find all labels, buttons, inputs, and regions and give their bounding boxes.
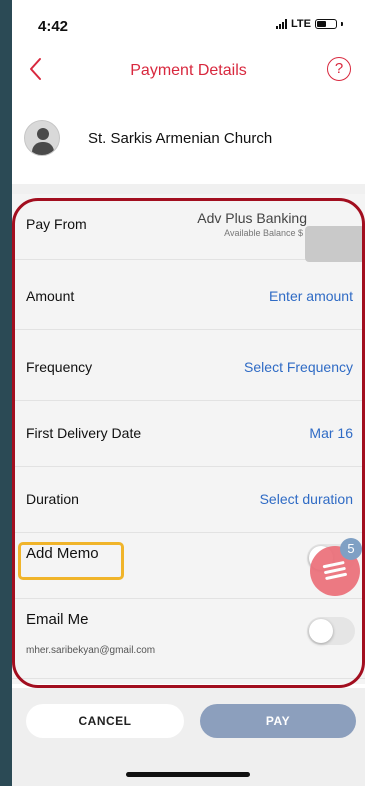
email-label: Email Me xyxy=(26,611,89,628)
first-delivery-date[interactable]: Mar 16 xyxy=(309,425,353,441)
frequency-label: Frequency xyxy=(26,359,93,375)
home-indicator[interactable] xyxy=(126,772,250,777)
avatar xyxy=(24,120,60,156)
duration-row[interactable]: Duration Select duration xyxy=(12,467,365,533)
battery-tip xyxy=(341,22,343,26)
battery-icon xyxy=(315,19,337,29)
footer-actions: CANCEL PAY xyxy=(12,688,365,786)
status-indicators: LTE xyxy=(276,18,343,30)
first-delivery-label: First Delivery Date xyxy=(26,425,142,441)
person-icon xyxy=(37,128,49,140)
frequency-row[interactable]: Frequency Select Frequency xyxy=(12,335,365,401)
pay-from-row[interactable]: Pay From Adv Plus Banking Available Bala… xyxy=(12,194,365,262)
nav-bar: Payment Details ? xyxy=(12,52,365,88)
section-divider xyxy=(12,184,365,194)
amount-input[interactable]: Enter amount xyxy=(269,288,353,304)
first-delivery-row[interactable]: First Delivery Date Mar 16 xyxy=(12,401,365,467)
pay-from-account[interactable]: Adv Plus Banking Available Balance $ xyxy=(197,210,365,262)
frequency-select[interactable]: Select Frequency xyxy=(244,359,353,375)
menu-icon xyxy=(322,560,348,581)
payment-form: Pay From Adv Plus Banking Available Bala… xyxy=(12,194,365,684)
email-row[interactable]: Email Me mher.saribekyan@gmail.com xyxy=(12,599,365,679)
amount-label: Amount xyxy=(26,288,75,304)
payee-header: St. Sarkis Armenian Church xyxy=(24,113,353,163)
phone-screen: 4:42 LTE Payment Details ? St. Sarkis Ar… xyxy=(12,0,365,786)
page-title: Payment Details xyxy=(130,62,247,79)
notification-badge: 5 xyxy=(340,538,362,560)
email-toggle[interactable] xyxy=(307,617,355,645)
signal-icon xyxy=(276,19,288,29)
pay-from-label: Pay From xyxy=(26,216,87,232)
cancel-button[interactable]: CANCEL xyxy=(26,704,184,738)
email-address: mher.saribekyan@gmail.com xyxy=(26,645,156,656)
redacted-balance xyxy=(305,226,365,262)
amount-row[interactable]: Amount Enter amount xyxy=(12,264,365,330)
network-label: LTE xyxy=(291,18,311,30)
status-time: 4:42 xyxy=(38,18,69,35)
payee-name: St. Sarkis Armenian Church xyxy=(88,129,273,147)
memo-label: Add Memo xyxy=(26,545,99,562)
status-bar: 4:42 LTE xyxy=(12,0,365,44)
duration-label: Duration xyxy=(26,491,79,507)
duration-select[interactable]: Select duration xyxy=(260,491,353,507)
help-icon[interactable]: ? xyxy=(327,57,351,81)
account-name: Adv Plus Banking xyxy=(197,210,307,226)
pay-button[interactable]: PAY xyxy=(200,704,356,738)
